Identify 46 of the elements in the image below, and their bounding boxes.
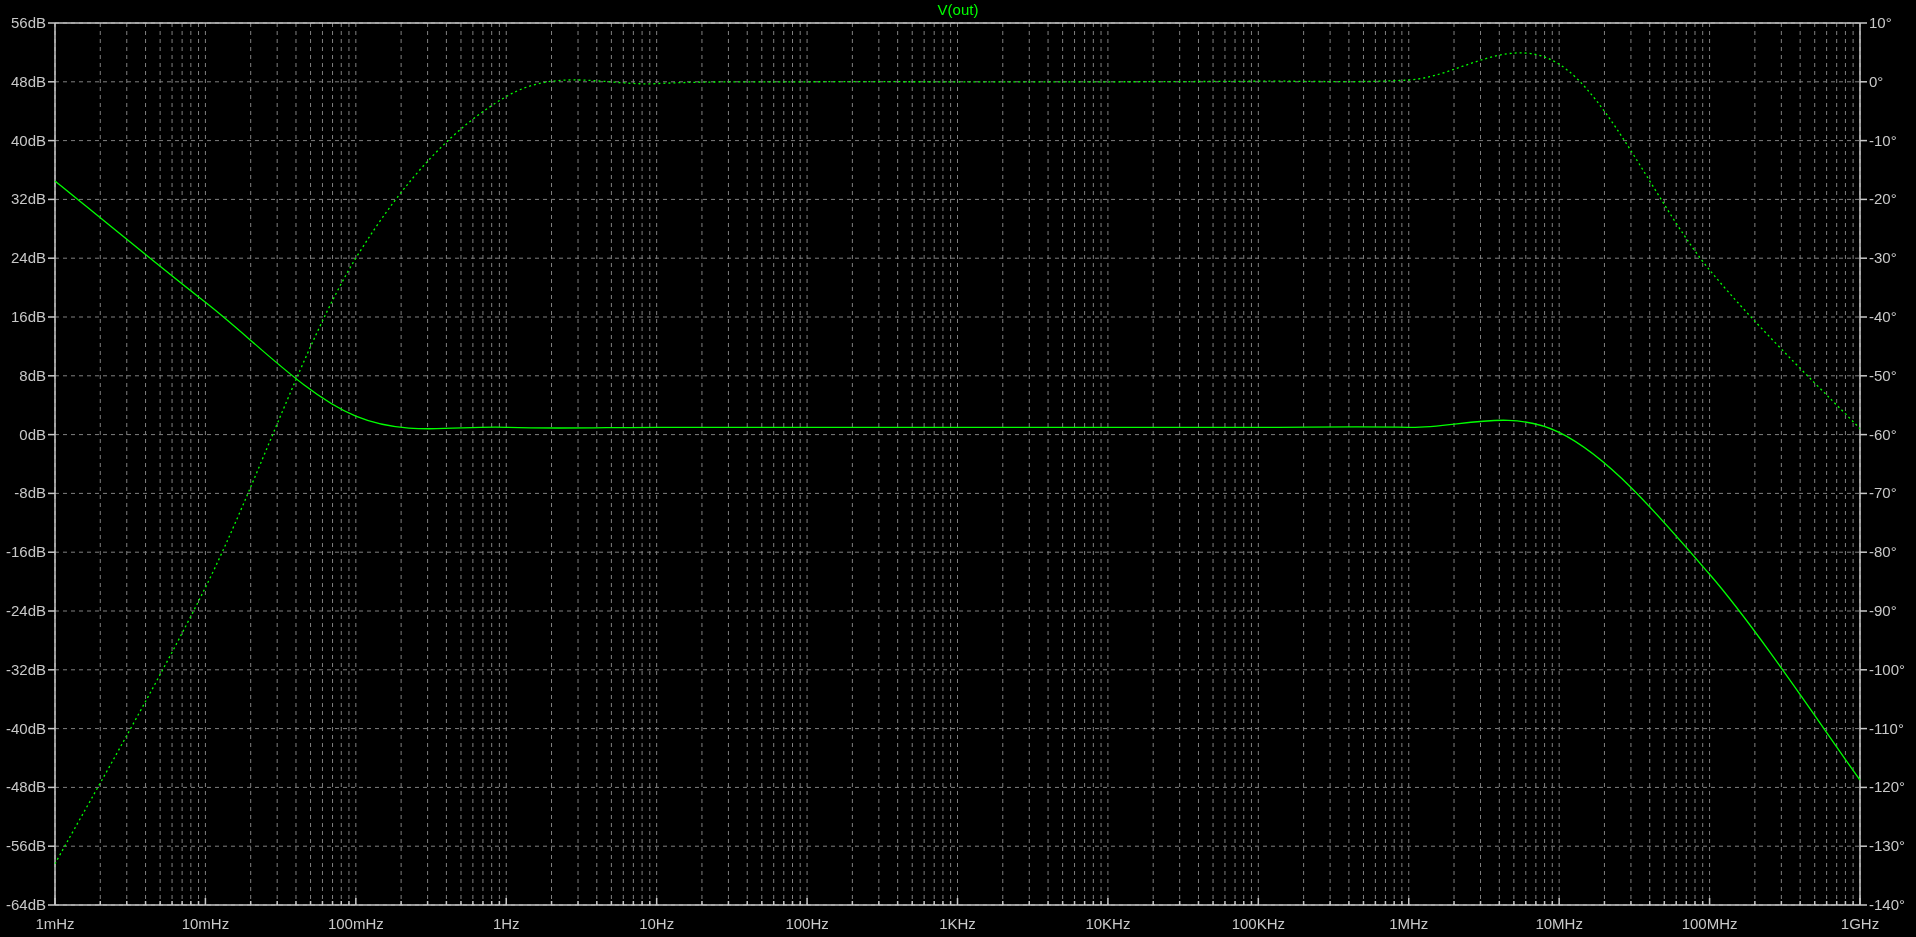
x-axis-label: 100KHz	[1231, 915, 1285, 932]
y-axis-label: -120°	[1869, 778, 1906, 796]
y-axis-label: 0dB	[19, 425, 46, 443]
y-axis-label: -32dB	[5, 660, 46, 678]
x-axis-label: 1KHz	[939, 915, 976, 932]
y-axis-label: -16dB	[5, 543, 46, 561]
y-axis-label: 40dB	[10, 131, 46, 149]
y-axis-label: 10°	[1869, 14, 1892, 31]
y-axis-label: -140°	[1869, 896, 1906, 913]
y-axis-label: 32dB	[10, 190, 46, 208]
y-axis-label: 8dB	[19, 366, 46, 384]
y-axis-label: 0°	[1869, 72, 1884, 90]
x-axis-label: 1Hz	[492, 915, 520, 932]
y-axis-label: -24dB	[5, 602, 46, 619]
y-axis-label: -48dB	[5, 778, 46, 796]
x-axis-label: 1mHz	[35, 915, 75, 932]
y-axis-label: 16dB	[10, 308, 46, 325]
y-axis-label: -130°	[1869, 837, 1906, 855]
y-axis-label: -110°	[1869, 719, 1904, 737]
y-axis-label: -90°	[1869, 602, 1897, 619]
x-axis-label: 1GHz	[1840, 915, 1880, 932]
x-axis-label: 100Hz	[785, 915, 829, 932]
y-axis-label: -40°	[1869, 308, 1897, 325]
y-axis-label: 56dB	[10, 14, 46, 31]
y-axis-label: 48dB	[10, 72, 46, 90]
x-axis-label: 100MHz	[1681, 915, 1738, 932]
y-axis-label: 24dB	[10, 249, 46, 267]
y-axis-label: -60°	[1869, 425, 1897, 443]
x-axis-label: 100mHz	[327, 915, 384, 932]
x-axis-label: 10KHz	[1085, 915, 1131, 932]
y-axis-label: -80°	[1869, 543, 1897, 561]
y-axis-label: -8dB	[14, 484, 46, 502]
x-axis-label: 1MHz	[1389, 915, 1429, 932]
y-axis-label: -40dB	[5, 719, 46, 737]
x-axis-label: 10mHz	[181, 915, 230, 932]
y-axis-label: -100°	[1869, 660, 1906, 678]
y-axis-label: -70°	[1869, 484, 1897, 502]
y-axis-label: -10°	[1869, 131, 1897, 149]
y-axis-label: -56dB	[5, 837, 46, 855]
y-axis-label: -30°	[1869, 249, 1897, 267]
y-axis-label: -64dB	[5, 896, 46, 913]
chart-title: V(out)	[937, 1, 979, 18]
y-axis-label: -50°	[1869, 366, 1897, 384]
x-axis-label: 10MHz	[1535, 915, 1583, 932]
y-axis-label: -20°	[1869, 190, 1897, 208]
x-axis-label: 10Hz	[639, 915, 675, 932]
